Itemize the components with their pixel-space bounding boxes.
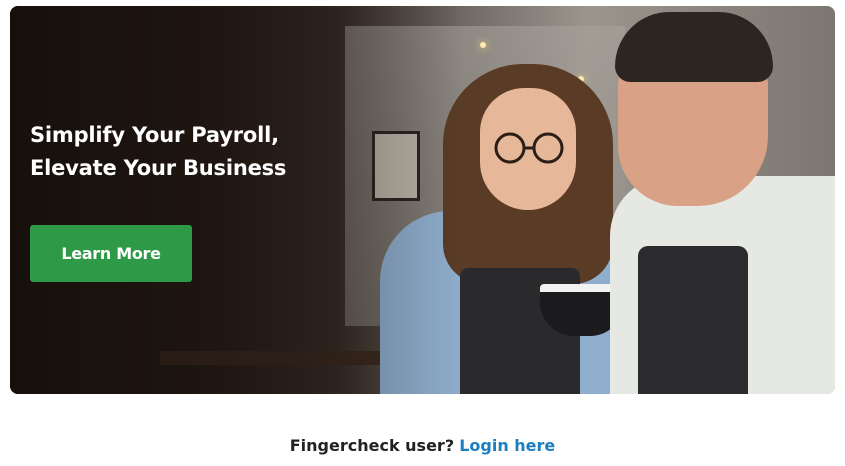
hero-overlay — [10, 6, 835, 394]
hero-headline: Simplify Your Payroll, Elevate Your Busi… — [30, 119, 330, 185]
login-question: Fingercheck user? — [289, 436, 455, 455]
learn-more-button[interactable]: Learn More — [30, 225, 192, 282]
login-prompt: Fingercheck user? Login here — [0, 436, 845, 455]
hero-headline-line1: Simplify Your Payroll, — [30, 123, 279, 147]
hero-banner — [10, 6, 835, 394]
login-link[interactable]: Login here — [459, 436, 555, 455]
hero-headline-line2: Elevate Your Business — [30, 156, 287, 180]
